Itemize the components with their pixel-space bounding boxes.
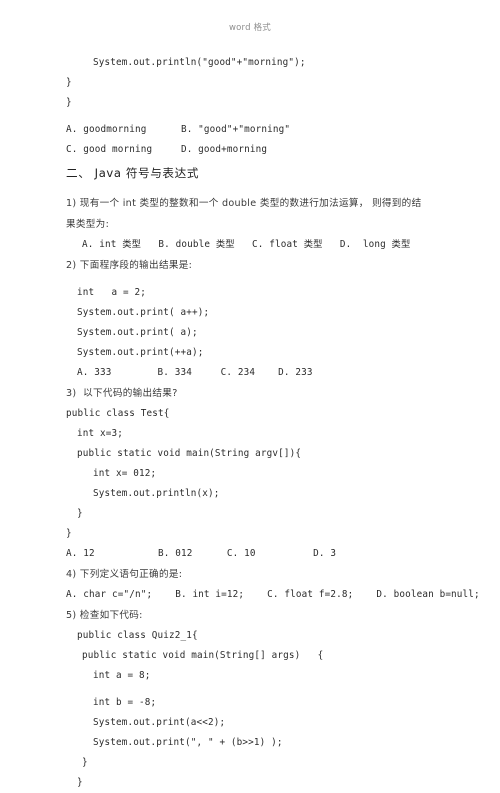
q5-code-int-bneg8: int b = -8; [93, 697, 157, 708]
q2-code-print-aplus: System.out.print( a++); [77, 307, 210, 318]
q3-stem: 3) 以下代码的输出结果? [66, 388, 178, 399]
q3-code-class-test: public class Test{ [66, 408, 170, 419]
q1-stem-line2: 果类型为: [66, 219, 110, 230]
q-prev-options-ab: A. goodmorning B. "good"+"morning" [66, 124, 291, 135]
q1-options: A. int 类型 B. double 类型 C. float 类型 D. lo… [82, 239, 411, 250]
q5-code-class-quiz: public class Quiz2_1{ [77, 630, 198, 641]
q3-code-int-x012: int x= 012; [93, 468, 157, 479]
q5-stem: 5) 检查如下代码: [66, 610, 143, 621]
q2-options: A. 333 B. 334 C. 234 D. 233 [77, 367, 313, 378]
q3-code-main: public static void main(String argv[]){ [77, 448, 302, 459]
q5-code-close-2: } [77, 777, 83, 788]
q5-code-main: public static void main(String[] args) { [82, 650, 324, 661]
q3-code-println-x: System.out.println(x); [93, 488, 220, 499]
q5-code-print-shiftright: System.out.print(", " + (b>>1) ); [93, 737, 283, 748]
q3-code-close-2: } [66, 528, 72, 539]
q2-code-int-a: int a = 2; [77, 287, 146, 298]
document-page: word 格式 System.out.println("good"+"morni… [0, 0, 500, 788]
q3-options: A. 12 B. 012 C. 10 D. 3 [66, 548, 337, 559]
q2-code-print-plusplusa: System.out.print(++a); [77, 347, 204, 358]
q4-stem: 4) 下列定义语句正确的是: [66, 569, 183, 580]
q-prev-options-cd: C. good morning D. good+morning [66, 144, 268, 155]
code-println-goodmorning: System.out.println("good"+"morning"); [93, 57, 306, 68]
q3-code-close-1: } [77, 508, 83, 519]
q2-stem: 2) 下面程序段的输出结果是: [66, 260, 193, 271]
code-close-brace-2: } [66, 97, 72, 108]
q5-code-print-shiftleft: System.out.print(a<<2); [93, 717, 226, 728]
q4-options: A. char c="/n"; B. int i=12; C. float f=… [66, 589, 480, 600]
q1-stem-line1: 1) 现有一个 int 类型的整数和一个 double 类型的数进行加法运算， … [66, 198, 422, 209]
section-two-title: 二、 Java 符号与表达式 [66, 166, 200, 180]
document-body: System.out.println("good"+"morning");}} A… [66, 53, 480, 793]
code-close-brace-1: } [66, 77, 72, 88]
q2-code-print-a: System.out.print( a); [77, 327, 198, 338]
page-running-header: word 格式 [229, 23, 271, 33]
q3-code-int-x3: int x=3; [77, 428, 123, 439]
q5-code-int-a8: int a = 8; [93, 670, 151, 681]
q5-code-close-1: } [82, 757, 88, 768]
